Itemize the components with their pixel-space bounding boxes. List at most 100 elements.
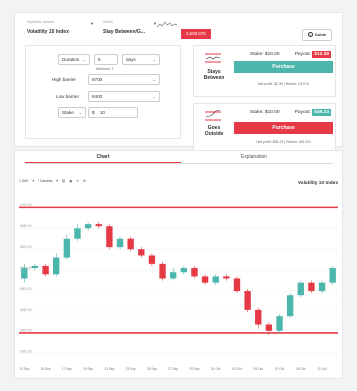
duration-value: 5 [98,57,101,62]
contract-stake: Stake: $10.00 [250,110,280,115]
interval-select[interactable]: 1 DAY ▾ [19,179,34,183]
y-tick-label: 6650.00 [20,224,32,228]
candle-body [42,265,49,275]
duration-unit-select[interactable]: days ⌄ [122,54,160,65]
duration-hint: Minimum: 1 [96,67,114,71]
x-tick-label: 05 Oct [254,367,264,371]
low-barrier-label: Low barrier [56,94,79,99]
guide-button[interactable]: i Guide [301,29,332,41]
trade-type-value: Stay Between/G... [103,29,145,35]
x-tick-label: 27 Sep [168,367,178,371]
contract-name: Stays Between [203,69,225,81]
candle-body [84,224,92,229]
candle-body [265,324,273,331]
contract-stake: Stake: $10.00 [250,52,280,57]
candle-body [276,316,283,331]
market-selector-value: Volatility 10 Index [27,29,69,35]
candlestick-chart: 6700.006650.006600.006550.006500.006450.… [19,203,338,371]
high-barrier-value: 6700 [92,77,103,82]
contract-payout: Payout: $46.23 [294,109,331,116]
x-tick-label: 11 Oct [317,367,326,371]
payout-label: Payout: [294,110,311,115]
stake-input[interactable]: $ 10 [88,107,138,118]
duration-unit-value: days [126,57,136,62]
candle-body [169,272,177,279]
purchase-goes-outside-button[interactable]: Purchase [234,122,333,134]
trade-card: Synthetic Indices ▼ Volatility 10 Index … [14,12,343,153]
x-tick-label: 09 Oct [296,367,306,371]
contract-stays-between: Stays Between Stake: $10.00 Payout: $12.… [193,45,336,97]
duration-type-select[interactable]: Duration ⌄ [58,54,90,65]
bar-chart-icon[interactable]: ▥ [62,179,65,183]
candle-body [106,226,113,248]
chart-title: Volatility 10 Index [297,181,338,186]
chevron-down-icon: ⌄ [152,94,156,99]
candle-body [95,224,102,227]
x-tick-label: 17 Sep [62,367,72,371]
goes-outside-icon [205,110,221,121]
x-tick-label: 15 Sep [41,367,51,371]
candle-body [329,268,336,283]
interval-value: 1 DAY [19,179,29,183]
y-tick-label: 6450.00 [20,308,32,312]
chart-style-value: Candles [39,179,53,183]
contract-goes-outside: Goes Outside Stake: $10.00 Payout: $46.2… [193,103,336,153]
y-tick-label: 6500.00 [20,287,32,291]
eye-icon[interactable]: ◉ [69,179,72,183]
candle-body [53,257,60,275]
candle-body [308,282,315,292]
chevron-down-icon: ⌄ [152,57,156,62]
trade-type-selector[interactable]: Out/In ▼ Stay Between/G... [101,19,158,41]
market-selector-label: Synthetic Indices [27,20,55,24]
tab-chart[interactable]: Chart [25,151,181,163]
candle-body [127,238,134,250]
duration-input[interactable]: 5 [94,54,118,65]
candle-body [74,228,81,239]
contract-payout: Payout: $12.39 [294,51,331,58]
stake-value: 10 [99,110,105,115]
chart-style-select[interactable]: ⫶ Candles ▾ [38,179,58,183]
contract-net-profit: Net profit: $36.23 | Return: 362.3% [256,140,311,144]
payout-value: $46.23 [312,109,331,116]
chevron-down-icon: ⌄ [152,77,156,82]
payout-label: Payout: [294,52,311,57]
payout-value: $12.39 [312,51,331,58]
stake-type-select[interactable]: Stake ⌄ [58,107,86,118]
info-icon: i [307,32,313,38]
candle-body [212,276,219,283]
pencil-icon[interactable]: ✎ [76,179,79,183]
high-barrier-input[interactable]: 6700 ⌄ [88,74,160,85]
y-tick-label: 6350.00 [20,350,32,354]
candle-body [138,249,145,256]
market-selector[interactable]: Synthetic Indices ▼ Volatility 10 Index [25,19,95,41]
low-barrier-input[interactable]: 6400 ⌄ [88,91,160,102]
chevron-down-icon: ⌄ [82,57,86,62]
trade-params-panel: Duration ⌄ 5 days ⌄ Minimum: 1 High barr… [25,45,181,139]
candle-body [63,238,71,258]
contract-name: Goes Outside [204,125,224,137]
candle-body [148,255,156,264]
tab-explanation[interactable]: Explanation [175,151,333,163]
candle-body [31,265,39,269]
candle-body [233,278,241,292]
spot-price-badge: 6,593.075 [181,29,211,39]
chevron-down-icon: ⌄ [78,110,82,115]
candle-body [223,276,230,279]
purchase-stays-between-button[interactable]: Purchase [234,61,333,73]
low-barrier-value: 6400 [92,94,103,99]
settings-icon[interactable]: ⚙ [83,179,86,183]
x-tick-label: 07 Oct [275,367,285,371]
trade-type-label: Out/In [103,20,113,24]
stake-type-label: Stake [62,110,74,115]
x-tick-label: 19 Sep [83,367,93,371]
x-tick-label: 13 Sep [19,367,29,371]
x-tick-label: 29 Sep [189,367,199,371]
x-tick-label: 25 Sep [147,367,157,371]
x-tick-label: 03 Oct [232,367,242,371]
candle-body [180,268,188,273]
x-tick-label: 23 Sep [126,367,136,371]
chart-toolbar: 1 DAY ▾ ⫶ Candles ▾ ▥ ◉ ✎ ⚙ [19,179,89,187]
guide-button-label: Guide [314,32,326,37]
candle-body [297,282,304,296]
duration-type-label: Duration [62,57,80,62]
